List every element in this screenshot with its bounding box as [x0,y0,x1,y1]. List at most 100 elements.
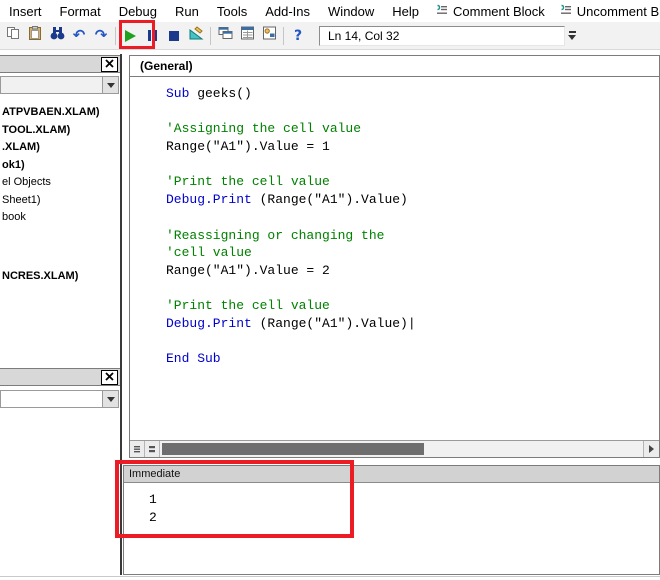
properties-header [0,368,120,386]
code-text: Range("A1").Value = 2 [166,262,330,278]
reset-button[interactable] [163,25,185,47]
general-dropdown[interactable]: (General) [140,59,193,73]
find-button[interactable] [46,25,68,47]
code-comment: 'Print the cell value [166,174,330,190]
menu-item-insert[interactable]: Insert [0,1,51,22]
code-text: geeks() [189,86,252,101]
code-line-9: 'Reassigning or changing the [166,227,659,245]
line-col-indicator: Ln 14, Col 32 [319,25,565,46]
scope-bar: (General) [130,56,659,77]
toolbar-separator [283,26,284,45]
toolbar-buttons: ↶ ↷? [2,25,309,47]
properties-window-icon [240,26,255,45]
project-tree-item[interactable]: el Objects [0,174,119,192]
project-tree-item[interactable]: book [0,209,119,227]
project-explorer-toolbar[interactable] [0,76,119,94]
code-keyword: End Sub [166,351,221,367]
menu-item-run[interactable]: Run [166,1,208,22]
code-line-10: 'cell value [166,244,659,262]
code-editor[interactable]: Sub geeks() 'Assigning the cell value Ran… [130,78,659,440]
menu-item-tools[interactable]: Tools [208,1,256,22]
menu-item-uncomment-block[interactable]: Uncomment Block [552,1,660,22]
scrollbar-thumb[interactable] [162,443,424,455]
comment-block-icon [435,4,448,19]
project-tree: ATPVBAEN.XLAM) TOOL.XLAM) .XLAM) ok1) el Obj… [0,104,119,285]
menu-item-debug[interactable]: Debug [110,1,166,22]
immediate-title-bar[interactable]: Immediate [124,466,659,483]
code-line-13: 'Print the cell value [166,297,659,315]
menu-item-label: Uncomment Block [576,3,660,19]
code-line-16: End Sub [166,350,659,368]
copy-icon [6,26,20,45]
properties-body [0,409,119,560]
design-mode-button[interactable] [185,25,207,47]
project-tree-item[interactable]: ATPVBAEN.XLAM) [0,104,119,122]
paste-icon [28,25,42,46]
run-icon [124,29,136,42]
immediate-output-line: 2 [149,509,157,525]
code-text: (Range("A1").Value) [251,315,408,331]
project-tree-item[interactable]: ok1) [0,157,119,175]
code-text: (Range("A1").Value) [251,192,408,208]
immediate-output[interactable]: 12 [124,483,659,526]
properties-object-dropdown[interactable] [0,390,119,408]
object-browser-button[interactable] [258,25,280,47]
code-line-11: Range("A1").Value = 2 [166,262,659,280]
undo-button[interactable]: ↶ [68,25,90,47]
close-icon [105,368,114,386]
project-tree-item[interactable]: NCRES.XLAM) [0,268,119,286]
scrollbar-track[interactable] [160,441,643,457]
menu-item-help[interactable]: Help [383,1,428,22]
horizontal-scrollbar [130,440,659,457]
design-mode-icon [189,26,204,45]
project-explorer-icon [218,26,233,45]
project-explorer-button[interactable] [214,25,236,47]
project-tree-item[interactable]: Sheet1) [0,192,119,210]
project-tree-item[interactable]: TOOL.XLAM) [0,122,119,140]
full-module-view-button[interactable] [145,441,160,457]
immediate-window: Immediate 12 [123,465,660,575]
line-col-text: Ln 14, Col 32 [328,28,400,43]
redo-icon: ↷ [94,25,108,44]
project-dropdown-button[interactable] [102,77,118,93]
code-text: Range("A1").Value = 1 [166,139,330,155]
scroll-right-button[interactable] [643,441,659,457]
toolbar-options-icon[interactable] [568,31,576,40]
properties-dropdown-button[interactable] [102,391,118,407]
toolbar-separator [115,26,116,45]
menu-item-format[interactable]: Format [51,1,110,22]
help-icon: ? [293,27,303,44]
code-comment: 'Assigning the cell value [166,121,362,137]
properties-close-button[interactable] [101,368,118,386]
menu-item-add-ins[interactable]: Add-Ins [256,1,319,22]
menu-item-window[interactable]: Window [319,1,383,22]
code-line-1: Sub geeks() [166,85,659,103]
uncomment-block-icon [559,4,572,19]
procedure-view-button[interactable] [130,441,145,457]
project-explorer-close-button[interactable] [101,56,118,72]
toolbar-separator [210,26,211,45]
project-explorer-header [0,55,120,73]
code-comment: 'Print the cell value [166,298,330,314]
project-tree-item[interactable]: .XLAM) [0,139,119,157]
redo-button[interactable]: ↷ [90,25,112,47]
properties-window-button[interactable] [236,25,258,47]
run-button[interactable] [119,25,141,47]
chevron-down-icon [106,82,115,88]
vba-editor-window: Insert Format Debug Run Tools Add-Ins Window He… [0,0,660,580]
code-comment: 'Reassigning or changing the [166,227,385,243]
chevron-down-icon [106,396,115,402]
paste-button[interactable] [24,25,46,47]
code-window: (General) Sub geeks() 'Assigning the cel… [129,55,660,458]
menu-item-label: Comment Block [453,3,545,19]
menu-item-comment-block[interactable]: Comment Block [428,1,552,22]
find-icon [50,26,65,45]
break-button[interactable] [141,25,163,47]
help-button[interactable]: ? [287,25,309,47]
panel-divider[interactable] [120,54,122,575]
copy-button[interactable] [2,25,24,47]
